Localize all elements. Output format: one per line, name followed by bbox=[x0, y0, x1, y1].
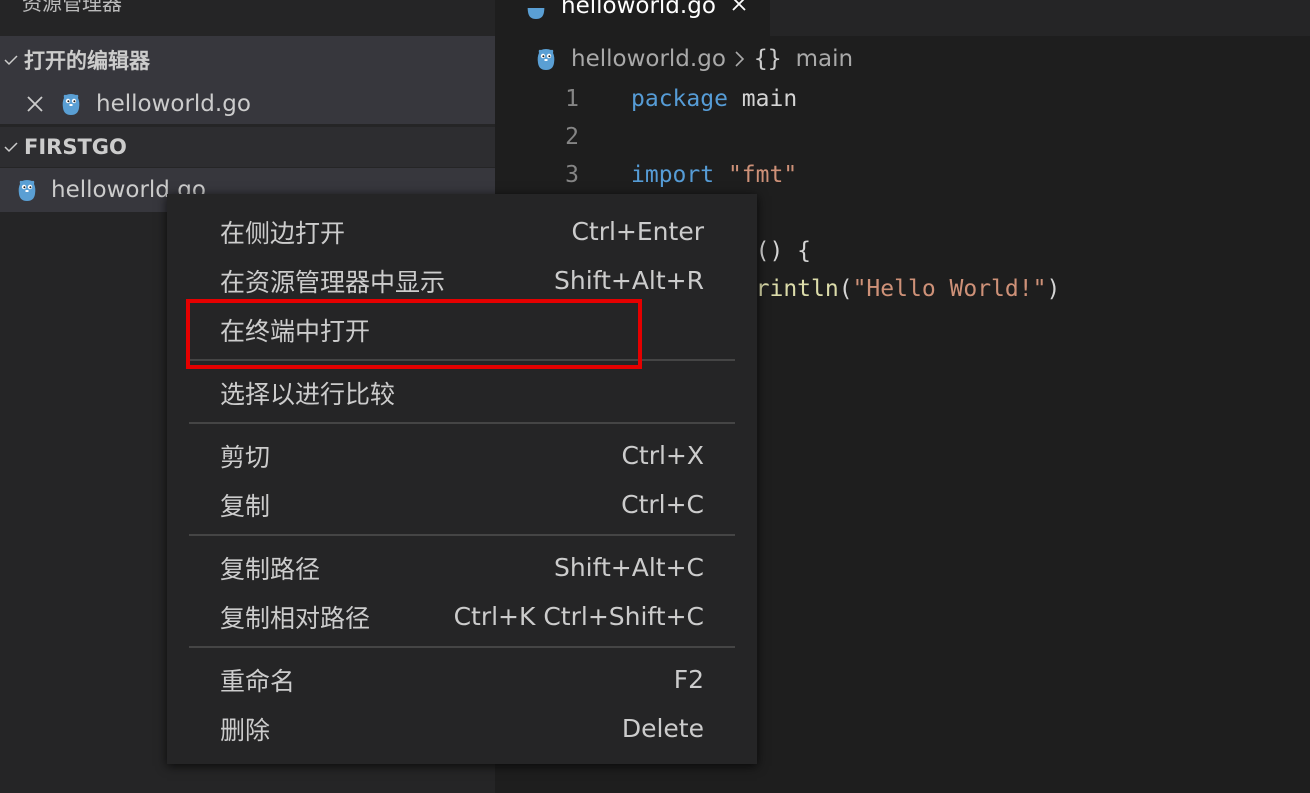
open-editor-filename: helloworld.go bbox=[96, 91, 251, 117]
chevron-down-icon bbox=[4, 140, 18, 154]
menu-divider bbox=[189, 359, 735, 361]
line-number: 2 bbox=[565, 124, 579, 150]
code-token: "fmt" bbox=[727, 162, 798, 188]
breadcrumb: helloworld.go {} main bbox=[535, 42, 853, 76]
vscode-window: 资源管理器 打开的编辑器 helloworld.go FIRSTGO hello… bbox=[0, 0, 1310, 793]
go-file-icon bbox=[60, 91, 82, 117]
folder-label: FIRSTGO bbox=[24, 135, 127, 159]
open-editors-header[interactable]: 打开的编辑器 bbox=[0, 36, 495, 84]
menu-select-for-compare[interactable]: 选择以进行比较 bbox=[167, 368, 757, 417]
code-token: ( bbox=[838, 276, 853, 302]
menu-cut[interactable]: 剪切 Ctrl+X bbox=[167, 431, 757, 480]
code-token: ) bbox=[1046, 276, 1061, 302]
context-menu: 在侧边打开 Ctrl+Enter 在资源管理器中显示 Shift+Alt+R 在… bbox=[167, 194, 757, 764]
menu-copy-relative-path[interactable]: 复制相对路径 Ctrl+K Ctrl+Shift+C bbox=[167, 592, 757, 641]
code-line[interactable]: 1 package main bbox=[495, 80, 1310, 118]
menu-rename[interactable]: 重命名 F2 bbox=[167, 655, 757, 704]
code-token: package bbox=[631, 86, 728, 112]
menu-open-to-side[interactable]: 在侧边打开 Ctrl+Enter bbox=[167, 207, 757, 256]
open-editor-item[interactable]: helloworld.go bbox=[0, 84, 495, 124]
code-text: import "fmt" bbox=[631, 156, 797, 194]
go-file-icon bbox=[525, 8, 547, 28]
menu-divider bbox=[189, 646, 735, 648]
open-editors-label: 打开的编辑器 bbox=[24, 49, 150, 73]
menu-divider bbox=[189, 422, 735, 424]
folder-header[interactable]: FIRSTGO bbox=[0, 127, 495, 167]
menu-reveal-in-explorer[interactable]: 在资源管理器中显示 Shift+Alt+R bbox=[167, 256, 757, 305]
line-number: 3 bbox=[565, 162, 579, 188]
explorer-title: 资源管理器 bbox=[22, 0, 122, 15]
tab-helloworld[interactable]: helloworld.go bbox=[495, 0, 770, 36]
menu-delete[interactable]: 删除 Delete bbox=[167, 704, 757, 753]
go-file-icon bbox=[16, 177, 38, 203]
code-line[interactable]: 3 import "fmt" bbox=[495, 156, 1310, 194]
menu-copy-path[interactable]: 复制路径 Shift+Alt+C bbox=[167, 543, 757, 592]
close-icon[interactable] bbox=[24, 93, 46, 115]
tab-label: helloworld.go bbox=[561, 0, 716, 19]
breadcrumb-symbol[interactable]: main bbox=[796, 46, 853, 72]
chevron-down-icon bbox=[4, 53, 18, 67]
line-number: 1 bbox=[565, 86, 579, 112]
breadcrumb-file[interactable]: helloworld.go bbox=[571, 46, 726, 72]
go-file-icon bbox=[535, 46, 557, 72]
close-icon[interactable] bbox=[730, 0, 748, 19]
code-line[interactable]: 2 bbox=[495, 118, 1310, 156]
menu-copy[interactable]: 复制 Ctrl+C bbox=[167, 480, 757, 529]
code-token: import bbox=[631, 162, 715, 188]
code-token: main bbox=[727, 86, 798, 112]
code-text: package main bbox=[631, 80, 797, 118]
code-token: () { bbox=[755, 238, 812, 264]
menu-open-in-terminal[interactable]: 在终端中打开 bbox=[167, 305, 757, 354]
chevron-right-icon bbox=[734, 50, 746, 68]
menu-divider bbox=[189, 534, 735, 536]
code-token: "Hello World!" bbox=[852, 276, 1047, 302]
symbol-icon: {} bbox=[753, 46, 782, 72]
tab-bar: helloworld.go bbox=[495, 0, 1310, 36]
